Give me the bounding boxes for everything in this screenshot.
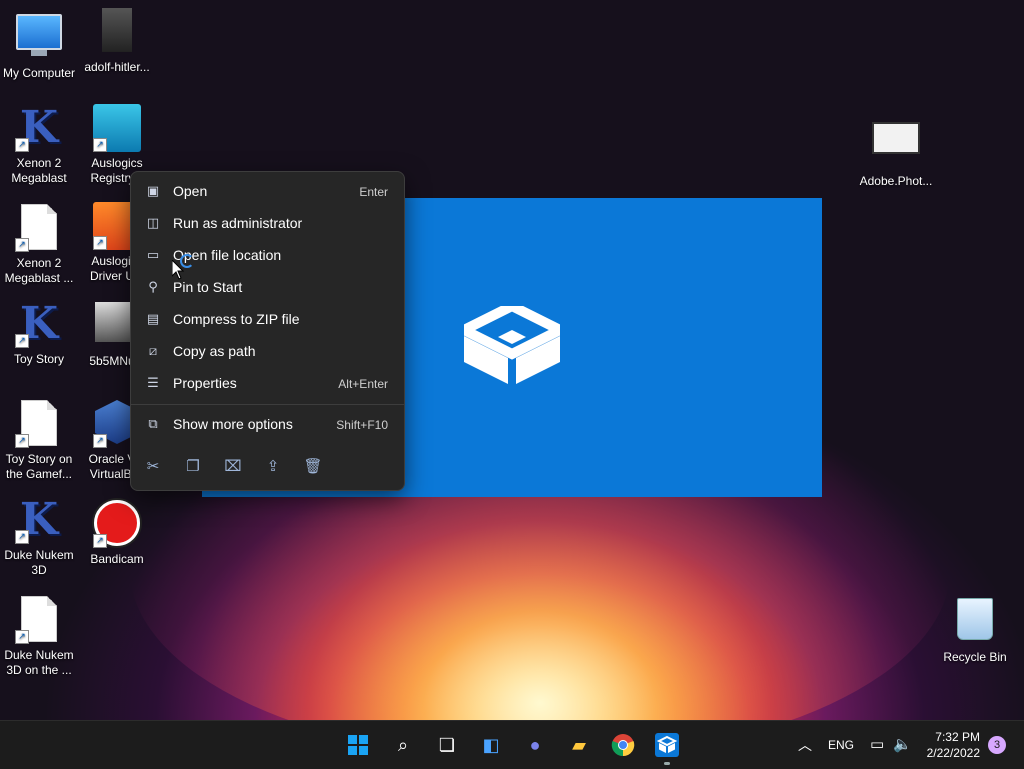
active-app-indicator [664,762,670,765]
widgets-icon: ◧ [482,735,500,755]
desktop-icon-label: Xenon 2 Megablast ... [4,256,74,285]
desktop-icon-toy-story[interactable]: K ↗ Toy Story [0,300,78,367]
clock[interactable]: 7:32 PM 2/22/2022 [927,729,980,761]
menu-item-label: Properties [173,375,237,391]
desktop-icon-my-computer[interactable]: My Computer [0,6,78,81]
menu-item-run-as-admin[interactable]: ◫ Run as administrator [135,208,400,238]
menu-item-shortcut: Alt+Enter [338,377,388,391]
menu-separator [131,404,404,405]
desktop-icon-label: adolf-hitler... [84,60,150,74]
desktop-icon-label: My Computer [2,66,76,80]
k-app-icon: K ↗ [15,496,63,544]
path-icon: ⧄ [148,343,158,358]
desktop-icon-toy-story-doc[interactable]: ↗ Toy Story on the Gamef... [0,398,78,482]
sandbox-icon [655,733,679,757]
menu-item-label: Show more options [173,416,293,432]
copy-icon[interactable]: ❐ [181,455,205,479]
more-options-icon: ⧉ [148,416,158,431]
desktop-icon-xenon2[interactable]: K ↗ Xenon 2 Megablast [0,104,78,186]
record-icon: ↗ [93,500,141,548]
network-icon[interactable]: ▭ [870,735,884,753]
sandbox-app-button[interactable] [651,729,683,761]
rename-icon[interactable]: ⌧ [221,455,245,479]
chat-button[interactable]: ● [519,729,551,761]
desktop-icon-label: Toy Story on the Gamef... [5,452,73,481]
zip-icon: ▤ [146,311,160,326]
chrome-icon [611,734,635,757]
notification-badge[interactable]: 3 [988,736,1006,754]
delete-icon[interactable]: 🗑 [301,455,325,479]
auslogics-registry-icon: ↗ [93,104,141,152]
taskbar: ⌕ ❏ ◧ ● ▰ ︿ ENG ▭ 🔈 7:32 PM 2/22/2022 3 [0,720,1024,769]
properties-icon: ☰ [147,375,159,390]
search-icon: ⌕ [397,735,409,755]
language-indicator[interactable]: ENG [828,738,854,752]
menu-item-shortcut: Enter [359,185,388,199]
menu-item-shortcut: Shift+F10 [336,418,388,432]
menu-item-label: Compress to ZIP file [173,311,300,327]
menu-item-show-more-options[interactable]: ⧉ Show more options Shift+F10 [135,409,400,439]
desktop-icon-bandicam[interactable]: ↗ Bandicam [78,496,156,567]
menu-item-label: Run as administrator [173,215,303,231]
start-button[interactable] [342,729,374,761]
image-file-icon [93,8,141,56]
folder-icon: ▰ [572,735,586,755]
cut-icon[interactable]: ✂ [141,455,165,479]
desktop-icon-adobe-photoshop[interactable]: Adobe.Phot... [856,112,936,189]
shield-icon: ◫ [146,215,160,230]
desktop-icon-label: Duke Nukem 3D on the ... [4,648,74,677]
menu-item-copy-as-path[interactable]: ⧄ Copy as path [135,336,400,366]
desktop-icon-label: Duke Nukem 3D [4,548,74,577]
chrome-button[interactable] [607,729,639,761]
desktop-icon-xenon2-doc[interactable]: ↗ Xenon 2 Megablast ... [0,202,78,286]
document-icon: ↗ [15,204,63,252]
menu-item-open[interactable]: ▣ Open Enter [135,176,400,206]
windows-logo-icon [348,735,368,755]
desktop-icon-duke-nukem-doc[interactable]: ↗ Duke Nukem 3D on the ... [0,594,78,678]
desktop-icon-label: Xenon 2 Megablast [11,156,67,185]
desktop-icon-label: Recycle Bin [943,650,1007,664]
pin-icon: ⚲ [148,279,158,294]
desktop-icon-duke-nukem[interactable]: K ↗ Duke Nukem 3D [0,496,78,578]
desktop-icon-recycle-bin[interactable]: Recycle Bin [936,594,1014,665]
task-view-button[interactable]: ❏ [431,729,463,761]
menu-item-label: Open [173,183,208,199]
menu-item-label: Pin to Start [173,279,243,295]
document-icon: ↗ [15,400,63,448]
desktop-icon-label: Toy Story [13,352,64,366]
menu-item-properties[interactable]: ☰ Properties Alt+Enter [135,368,400,398]
recycle-bin-icon [951,598,999,646]
k-app-icon: K ↗ [15,104,63,152]
desktop-icon-label: Bandicam [90,552,144,566]
file-explorer-button[interactable]: ▰ [563,729,595,761]
volume-icon[interactable]: 🔈 [893,735,912,753]
chat-icon: ● [529,735,541,755]
menu-item-compress-zip[interactable]: ▤ Compress to ZIP file [135,304,400,334]
menu-item-label: Copy as path [173,343,256,359]
open-icon: ▣ [146,183,160,198]
clock-date: 2/22/2022 [926,746,980,760]
task-view-icon: ❏ [438,735,456,755]
sandbox-logo-icon [464,306,560,384]
document-icon: ↗ [15,596,63,644]
show-hidden-icons-chevron-icon[interactable]: ︿ [798,735,812,755]
video-file-icon [872,122,920,170]
search-button[interactable]: ⌕ [387,729,419,761]
monitor-icon [15,14,63,62]
share-icon[interactable]: ⇪ [261,455,285,479]
desktop-icon-photo-file[interactable]: adolf-hitler... [78,6,156,75]
busy-spinner-icon [180,254,194,268]
clock-time: 7:32 PM [935,730,980,744]
k-app-icon: K ↗ [15,300,63,348]
context-menu-action-bar: ✂ ❐ ⌧ ⇪ 🗑 [141,455,391,479]
desktop-icon-label: Adobe.Phot... [859,174,933,188]
context-menu: ▣ Open Enter ◫ Run as administrator ▭ Op… [130,171,405,491]
widgets-button[interactable]: ◧ [475,729,507,761]
folder-icon: ▭ [146,247,160,262]
